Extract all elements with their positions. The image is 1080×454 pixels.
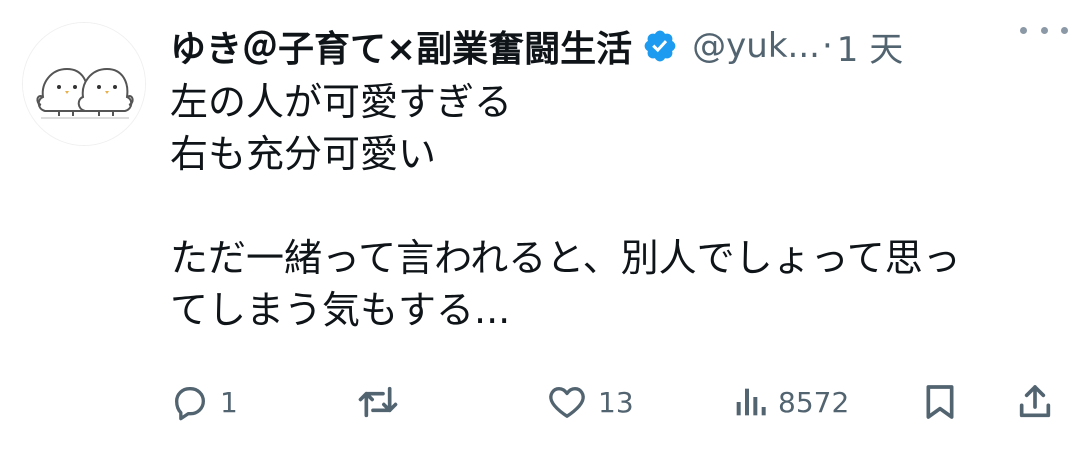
views-icon	[736, 388, 766, 416]
like-count: 13	[598, 385, 634, 419]
separator-dot: ·	[821, 26, 833, 66]
bookmark-button[interactable]	[922, 376, 958, 428]
tweet-text-line: 右も充分可愛い	[170, 132, 437, 176]
views-count: 8572	[778, 385, 850, 419]
views-button[interactable]: 8572	[732, 376, 849, 428]
more-dot	[1020, 26, 1027, 34]
more-dot	[1061, 26, 1068, 34]
tweet-text-line	[170, 180, 1060, 232]
avatar-image	[23, 23, 145, 145]
share-button[interactable]	[1016, 376, 1054, 428]
reply-button[interactable]: 1	[170, 376, 238, 428]
tweet-text-line: てしまう気もする...	[170, 288, 511, 332]
heart-icon	[549, 387, 585, 418]
tweet-text-line: ただ一緒って言われると、別人でしょって思っ	[170, 236, 961, 280]
tweet-header: ゆき＠子育て×副業奮闘生活 @yuk... · 1 天	[170, 18, 1060, 74]
bookmark-icon	[926, 385, 954, 419]
display-name[interactable]: ゆき＠子育て×副業奮闘生活	[170, 20, 632, 72]
verified-badge-icon	[644, 30, 676, 62]
reply-count: 1	[220, 385, 238, 419]
retweet-icon	[358, 386, 398, 418]
tweet-timestamp[interactable]: 1 天	[837, 22, 903, 71]
like-button[interactable]: 13	[546, 376, 634, 428]
more-icon[interactable]	[1020, 20, 1068, 40]
reply-icon	[175, 387, 205, 421]
tweet-actions: 1 13 8572	[170, 376, 1060, 428]
tweet-text: 左の人が可愛すぎる 右も充分可愛い ただ一緒って言われると、別人でしょって思っ …	[170, 76, 1060, 336]
retweet-button[interactable]	[356, 376, 410, 428]
user-handle[interactable]: @yuk...	[692, 26, 820, 66]
more-dot	[1040, 26, 1048, 34]
tweet-text-line: 左の人が可愛すぎる	[170, 80, 513, 124]
avatar[interactable]	[22, 22, 146, 146]
share-icon	[1019, 385, 1051, 418]
